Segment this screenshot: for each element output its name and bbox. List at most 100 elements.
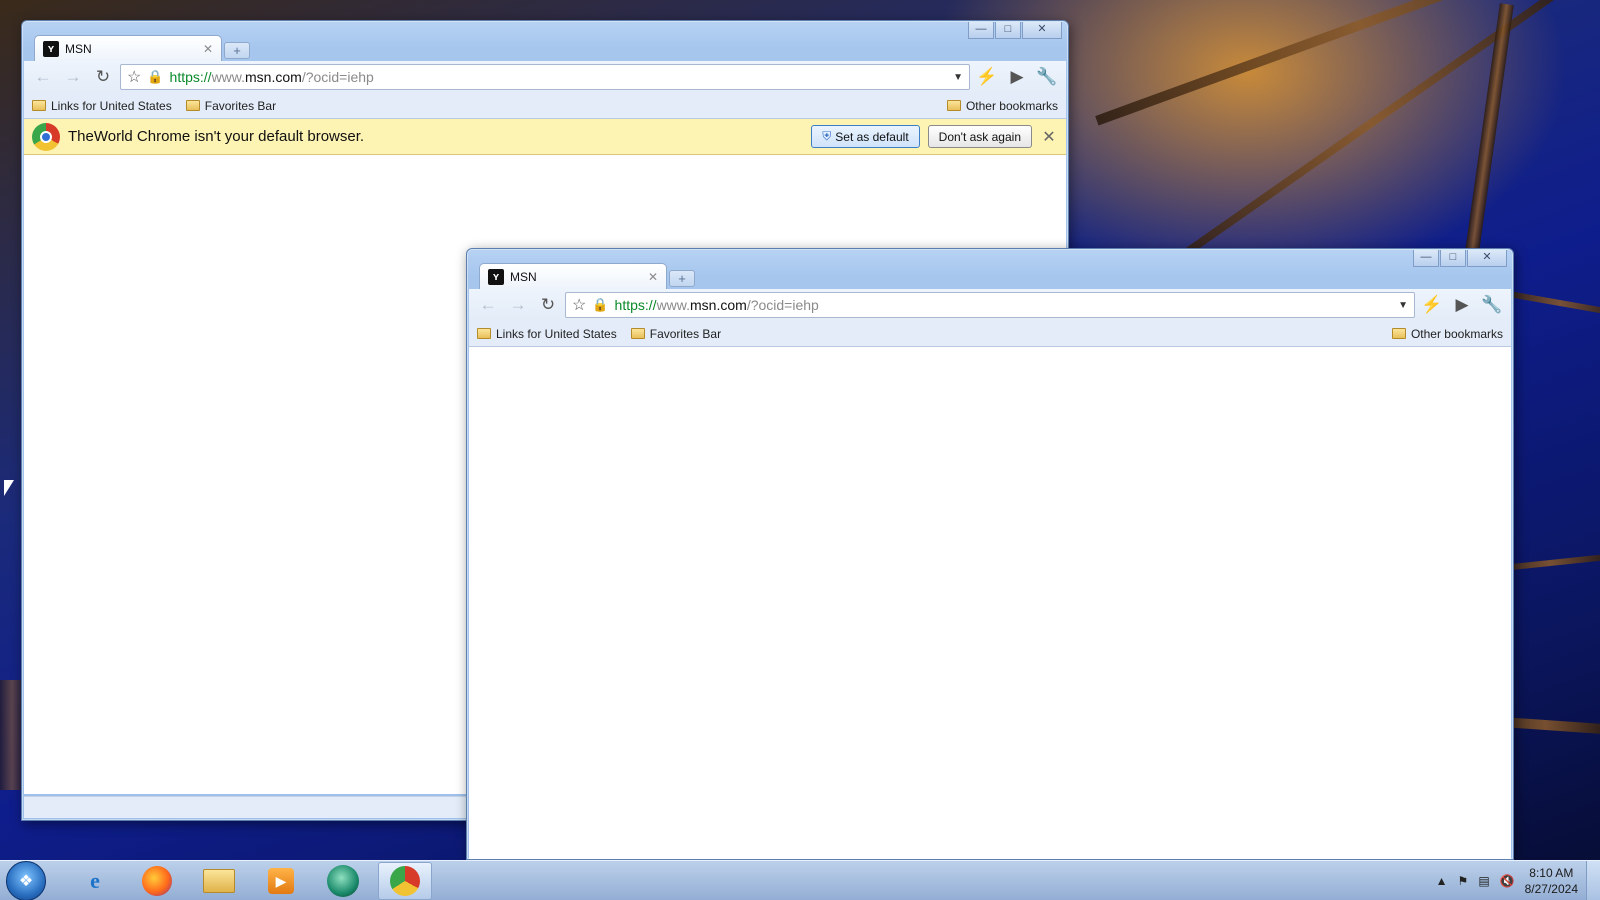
new-tab-button[interactable]: + bbox=[669, 270, 695, 287]
infobar-message: TheWorld Chrome isn't your default brows… bbox=[68, 128, 365, 145]
msn-butterfly-icon: ʏ bbox=[43, 40, 59, 57]
bookmark-favorites-bar[interactable]: Favorites Bar bbox=[185, 99, 276, 113]
show-hidden-icons-icon[interactable]: ▲ bbox=[1436, 874, 1448, 888]
wallpaper-beam bbox=[1162, 0, 1578, 271]
default-browser-infobar: TheWorld Chrome isn't your default brows… bbox=[24, 119, 1066, 155]
tab-msn[interactable]: ʏ MSN ✕ bbox=[479, 263, 667, 289]
dont-ask-again-button[interactable]: Don't ask again bbox=[927, 125, 1032, 148]
tab-strip: ʏ MSN ✕ + bbox=[34, 35, 250, 61]
clock-time: 8:10 AM bbox=[1529, 865, 1574, 880]
forward-arrow-icon[interactable]: → bbox=[60, 65, 86, 89]
play-icon[interactable]: ▶ bbox=[1004, 65, 1030, 89]
tab-title: MSN bbox=[65, 41, 92, 56]
forward-arrow-icon[interactable]: → bbox=[505, 293, 531, 317]
lock-icon: 🔒 bbox=[147, 69, 164, 84]
action-center-flag-icon[interactable]: ⚑ bbox=[1458, 874, 1469, 888]
bookmark-label: Other bookmarks bbox=[965, 98, 1058, 113]
firefox-icon bbox=[142, 865, 172, 896]
wrench-menu-icon[interactable]: 🔧▾ bbox=[1479, 293, 1505, 338]
folder-icon bbox=[185, 100, 200, 111]
url-text[interactable]: https://www.msn.com/?ocid=iehp bbox=[615, 297, 819, 313]
set-as-default-label: Set as default bbox=[835, 129, 909, 144]
dropdown-arrow-icon[interactable]: ▼ bbox=[1398, 300, 1408, 311]
bookmark-label: Other bookmarks bbox=[1410, 326, 1503, 341]
url-www: www. bbox=[656, 297, 691, 313]
taskbar-items: e ▶ bbox=[68, 861, 432, 900]
url-scheme: https:// bbox=[614, 297, 657, 313]
address-bar[interactable]: ☆ 🔒 https://www.msn.com/?ocid=iehp ▼ bbox=[565, 292, 1415, 318]
window-controls: — □ ✕ bbox=[967, 22, 1062, 39]
bookmark-favorites-bar[interactable]: Favorites Bar bbox=[630, 326, 722, 341]
bookmark-links-for-united-states[interactable]: Links for United States bbox=[477, 327, 617, 341]
navigation-toolbar: ← → ↻ ☆ 🔒 https://www.msn.com/?ocid=iehp… bbox=[24, 61, 1066, 110]
msn-butterfly-icon: ʏ bbox=[488, 268, 504, 285]
close-window-button[interactable]: ✕ bbox=[1467, 250, 1507, 267]
other-bookmarks[interactable]: Other bookmarks bbox=[1391, 326, 1503, 341]
back-arrow-icon[interactable]: ← bbox=[475, 293, 501, 317]
address-bar[interactable]: ☆ 🔒 https://www.msn.com/?ocid=iehp ▼ bbox=[120, 64, 970, 90]
maximize-button[interactable]: □ bbox=[995, 22, 1021, 39]
volume-muted-icon[interactable]: 🔇 bbox=[1500, 874, 1515, 888]
system-tray: ▲ ⚑ ▤ 🔇 8:10 AM 8/27/2024 bbox=[1436, 865, 1586, 897]
taskbar-theworld-chrome[interactable] bbox=[378, 861, 432, 900]
lightning-icon[interactable]: ⚡ bbox=[974, 65, 1000, 89]
theworld-browser-icon bbox=[327, 864, 359, 897]
taskbar-firefox[interactable] bbox=[130, 862, 184, 900]
internet-explorer-icon: e bbox=[90, 867, 100, 893]
reload-icon[interactable]: ↻ bbox=[535, 293, 561, 317]
url-text[interactable]: https://www.msn.com/?ocid=iehp bbox=[170, 69, 374, 85]
taskbar-internet-explorer[interactable]: e bbox=[68, 862, 122, 900]
folder-icon bbox=[32, 100, 46, 111]
back-arrow-icon[interactable]: ← bbox=[30, 65, 56, 89]
maximize-button[interactable]: □ bbox=[1440, 250, 1466, 267]
url-scheme: https:// bbox=[169, 69, 212, 85]
infobar-close-icon[interactable]: ✕ bbox=[1040, 127, 1058, 147]
taskbar: ❖ e ▶ ▲ ⚑ ▤ 🔇 8:10 AM 8/27/2024 bbox=[0, 860, 1600, 900]
folder-icon bbox=[946, 100, 961, 111]
show-desktop-button[interactable] bbox=[1586, 860, 1600, 900]
tab-close-icon[interactable]: ✕ bbox=[203, 42, 213, 56]
wrench-menu-icon[interactable]: 🔧▾ bbox=[1034, 65, 1060, 110]
start-button[interactable]: ❖ bbox=[6, 860, 46, 900]
window-controls: — □ ✕ bbox=[1412, 250, 1507, 267]
other-bookmarks[interactable]: Other bookmarks bbox=[946, 98, 1058, 113]
page-content[interactable] bbox=[469, 347, 1511, 859]
bookmark-star-icon[interactable]: ☆ bbox=[572, 295, 586, 315]
tab-title: MSN bbox=[510, 269, 537, 284]
wallpaper-beam bbox=[1500, 289, 1600, 317]
clock-date: 8/27/2024 bbox=[1524, 881, 1578, 896]
navigation-toolbar: ← → ↻ ☆ 🔒 https://www.msn.com/?ocid=iehp… bbox=[469, 289, 1511, 338]
url-path: /?ocid=iehp bbox=[746, 297, 819, 313]
taskbar-windows-explorer[interactable] bbox=[192, 862, 246, 900]
windows-explorer-icon bbox=[203, 868, 235, 893]
bookmark-star-icon[interactable]: ☆ bbox=[127, 67, 141, 87]
reload-icon[interactable]: ↻ bbox=[90, 65, 116, 89]
minimize-button[interactable]: — bbox=[968, 22, 994, 39]
minimize-button[interactable]: — bbox=[1413, 250, 1439, 267]
url-domain: msn.com bbox=[690, 297, 747, 313]
bookmark-links-for-united-states[interactable]: Links for United States bbox=[32, 99, 172, 113]
folder-icon bbox=[477, 328, 491, 339]
set-as-default-button[interactable]: ⛨ Set as default bbox=[811, 125, 920, 148]
theworld-chrome-logo-icon bbox=[32, 122, 60, 151]
url-path: /?ocid=iehp bbox=[301, 69, 374, 85]
taskbar-media-player[interactable]: ▶ bbox=[254, 862, 308, 900]
shield-icon: ⛨ bbox=[822, 129, 832, 143]
tab-close-icon[interactable]: ✕ bbox=[648, 270, 658, 284]
network-icon[interactable]: ▤ bbox=[1478, 874, 1489, 888]
url-www: www. bbox=[211, 69, 246, 85]
taskbar-theworld-browser[interactable] bbox=[316, 862, 370, 900]
bookmark-label: Favorites Bar bbox=[649, 326, 722, 341]
url-domain: msn.com bbox=[245, 69, 302, 85]
tab-msn[interactable]: ʏ MSN ✕ bbox=[34, 35, 222, 61]
browser-window-front[interactable]: — □ ✕ ʏ MSN ✕ + ← → ↻ ☆ 🔒 https://www.ms… bbox=[466, 248, 1514, 860]
close-window-button[interactable]: ✕ bbox=[1022, 22, 1062, 39]
system-clock[interactable]: 8:10 AM 8/27/2024 bbox=[1525, 865, 1578, 897]
play-icon[interactable]: ▶ bbox=[1449, 293, 1475, 317]
bookmarks-bar: Links for United States Favorites Bar Ot… bbox=[24, 93, 1066, 119]
dropdown-arrow-icon[interactable]: ▼ bbox=[953, 72, 963, 83]
folder-icon bbox=[1391, 328, 1406, 339]
mouse-cursor-icon bbox=[4, 480, 14, 496]
lightning-icon[interactable]: ⚡ bbox=[1419, 293, 1445, 317]
new-tab-button[interactable]: + bbox=[224, 42, 250, 59]
